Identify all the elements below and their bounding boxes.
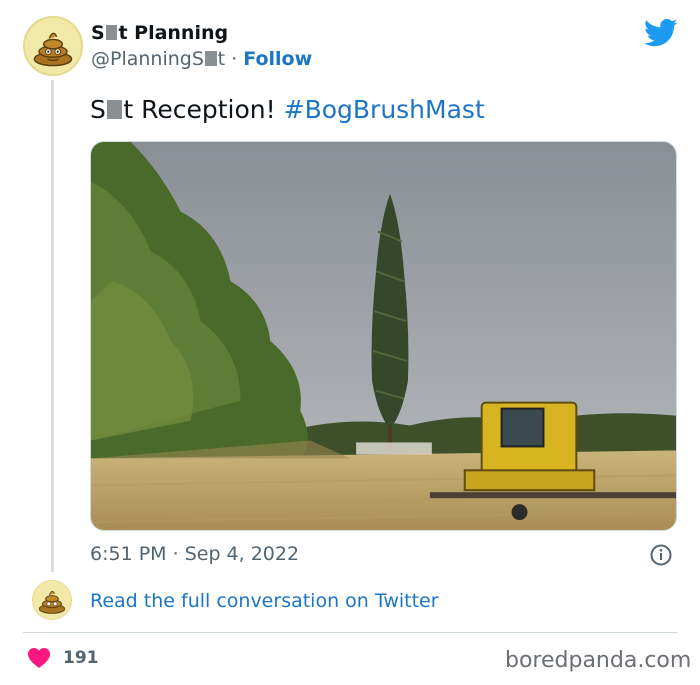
follow-button[interactable]: Follow xyxy=(243,48,312,70)
author-display-name[interactable]: St Planning xyxy=(91,22,228,44)
author-handle-row: @PlanningS t · Follow xyxy=(91,48,312,70)
tweet-photo[interactable] xyxy=(90,141,677,531)
author-handle[interactable]: @PlanningS t xyxy=(91,48,225,70)
name-prefix: S xyxy=(91,22,105,44)
text-suffix: t Reception! xyxy=(123,95,276,124)
censor-block xyxy=(105,25,118,40)
avatar-small[interactable] xyxy=(32,580,72,620)
hashtag-link[interactable]: #BogBrushMast xyxy=(284,95,485,124)
avatar[interactable] xyxy=(23,16,83,76)
name-suffix: t Planning xyxy=(118,22,229,44)
photo-illustration xyxy=(91,142,676,530)
tweet-text: St Reception! #BogBrushMast xyxy=(90,95,485,124)
handle-suffix: t xyxy=(217,48,226,70)
handle-prefix: @PlanningS xyxy=(91,48,204,70)
heart-icon[interactable] xyxy=(27,647,51,669)
censor-block xyxy=(204,51,217,66)
poop-emoji-icon xyxy=(25,18,81,74)
info-icon[interactable] xyxy=(650,544,672,566)
thread-connector-line xyxy=(51,80,54,572)
poop-emoji-icon xyxy=(33,581,71,619)
tweet-time: 6:51 PM xyxy=(90,543,167,565)
boredpanda-watermark: boredpanda.com xyxy=(505,648,692,673)
like-count: 191 xyxy=(63,648,99,668)
tweet-date: Sep 4, 2022 xyxy=(184,543,300,565)
handle-separator: · xyxy=(231,48,238,70)
read-conversation-link[interactable]: Read the full conversation on Twitter xyxy=(90,590,439,612)
censor-block xyxy=(106,99,123,120)
text-prefix: S xyxy=(90,95,106,124)
twitter-bird-icon[interactable] xyxy=(644,18,678,48)
divider xyxy=(23,632,678,633)
tweet-timestamp[interactable]: 6:51 PM · Sep 4, 2022 xyxy=(90,543,299,565)
timestamp-separator: · xyxy=(172,543,179,565)
